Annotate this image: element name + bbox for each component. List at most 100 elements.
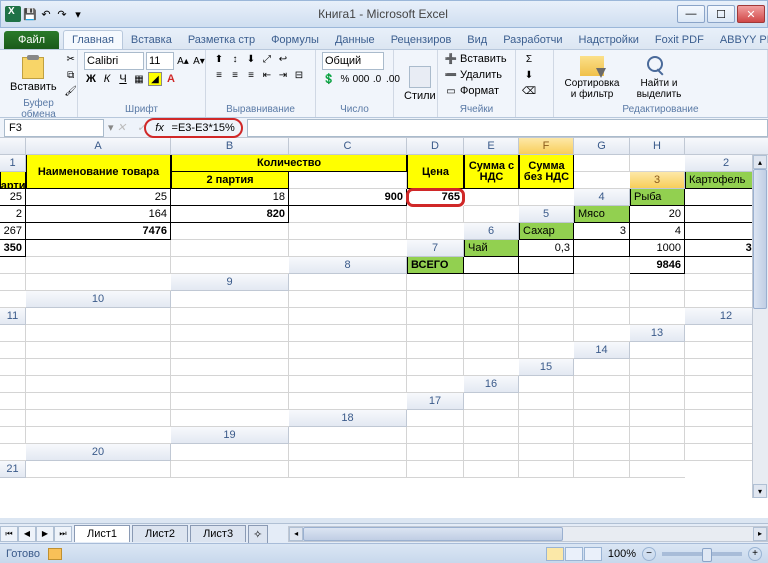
cell-r1-3[interactable]: Сумма с НДС: [464, 155, 519, 189]
cell-r16-0[interactable]: [519, 376, 574, 393]
cell-r12-7[interactable]: [574, 325, 630, 342]
cell-r8-4[interactable]: 9846: [630, 257, 685, 274]
tab-data[interactable]: Данные: [327, 31, 383, 49]
cell-r11-4[interactable]: [464, 308, 519, 325]
shrink-font-icon[interactable]: A▾: [192, 54, 206, 68]
cell-r20-3[interactable]: [464, 444, 519, 461]
cell-r11-5[interactable]: [519, 308, 574, 325]
cell-r1-6[interactable]: [630, 155, 685, 172]
number-format-select[interactable]: [322, 52, 384, 70]
insert-cells-icon[interactable]: ➕: [444, 52, 458, 66]
row-header-17[interactable]: 17: [407, 393, 464, 410]
cell-r3-3[interactable]: 18: [171, 189, 289, 206]
cell-r15-4[interactable]: [26, 376, 171, 393]
cell-r15-0[interactable]: [574, 359, 630, 376]
file-tab[interactable]: Файл: [4, 31, 59, 49]
vertical-scrollbar[interactable]: ▴ ▾: [752, 155, 768, 498]
sheet-nav-last[interactable]: ⏭: [54, 526, 72, 542]
sheet-nav-next[interactable]: ▶: [36, 526, 54, 542]
cell-r2-2[interactable]: [289, 172, 407, 189]
select-all-button[interactable]: [0, 138, 26, 155]
cell-r16-7[interactable]: [289, 393, 407, 410]
autosum-icon[interactable]: Σ: [522, 52, 536, 66]
cell-r14-2[interactable]: [0, 359, 26, 376]
cell-r6-4[interactable]: 350: [0, 240, 26, 257]
cell-r7-3[interactable]: 1000: [630, 240, 685, 257]
cell-r16-5[interactable]: [26, 393, 171, 410]
row-header-7[interactable]: 7: [407, 240, 464, 257]
sheet-nav-prev[interactable]: ◀: [18, 526, 36, 542]
cell-r4-6[interactable]: [407, 206, 464, 223]
cell-r3-6[interactable]: [464, 189, 519, 206]
cell-r11-0[interactable]: [26, 308, 171, 325]
qa-save-icon[interactable]: 💾: [23, 7, 37, 21]
cell-r3-5[interactable]: 765: [407, 189, 464, 206]
cell-r19-5[interactable]: [630, 427, 685, 444]
find-select-button[interactable]: Найти и выделить: [627, 54, 691, 102]
font-color-icon[interactable]: A: [164, 72, 178, 86]
cell-r3-7[interactable]: [519, 189, 574, 206]
qa-redo-icon[interactable]: ↷: [55, 7, 69, 21]
cell-r18-1[interactable]: [464, 410, 519, 427]
cell-r19-0[interactable]: [289, 427, 407, 444]
zoom-in-button[interactable]: +: [748, 547, 762, 561]
cell-r6-6[interactable]: [171, 240, 289, 257]
cell-r20-6[interactable]: [630, 444, 685, 461]
cell-r10-2[interactable]: [407, 291, 464, 308]
orient-icon[interactable]: ⤢: [260, 52, 274, 66]
row-header-5[interactable]: 5: [519, 206, 574, 223]
styles-button[interactable]: Стили: [400, 64, 440, 104]
grow-font-icon[interactable]: A▴: [176, 54, 190, 68]
cell-r13-6[interactable]: [464, 342, 519, 359]
minimize-button[interactable]: —: [677, 5, 705, 23]
row-header-1[interactable]: 1: [0, 155, 26, 172]
scroll-left-icon[interactable]: ◂: [289, 527, 303, 541]
cell-r6-2[interactable]: 4: [630, 223, 685, 240]
cell-r16-2[interactable]: [630, 376, 685, 393]
row-header-21[interactable]: 21: [0, 461, 26, 478]
cell-r13-3[interactable]: [171, 342, 289, 359]
view-normal-icon[interactable]: [546, 547, 564, 561]
cell-r9-4[interactable]: [574, 274, 630, 291]
close-button[interactable]: ✕: [737, 5, 765, 23]
cell-r9-0[interactable]: [289, 274, 407, 291]
cell-r3-2[interactable]: 25: [26, 189, 171, 206]
align-left-icon[interactable]: ≡: [212, 68, 226, 82]
row-header-3[interactable]: 3: [630, 172, 685, 189]
col-header-B[interactable]: B: [171, 138, 289, 155]
cell-r4-7[interactable]: [464, 206, 519, 223]
cell-r20-1[interactable]: [289, 444, 407, 461]
cell-r17-2[interactable]: [574, 393, 630, 410]
qa-dropdown-icon[interactable]: ▾: [71, 7, 85, 21]
cell-r18-3[interactable]: [574, 410, 630, 427]
cell-r10-0[interactable]: [171, 291, 289, 308]
row-header-16[interactable]: 16: [464, 376, 519, 393]
cell-r17-5[interactable]: [0, 410, 26, 427]
cell-r12-1[interactable]: [26, 325, 171, 342]
cell-r18-4[interactable]: [630, 410, 685, 427]
cell-r7-0[interactable]: Чай: [464, 240, 519, 257]
bold-icon[interactable]: Ж: [84, 72, 98, 86]
sort-filter-button[interactable]: Сортировка и фильтр: [560, 54, 624, 102]
cut-icon[interactable]: ✂: [64, 52, 78, 66]
cell-r11-1[interactable]: [171, 308, 289, 325]
sheet-tab-1[interactable]: Лист1: [74, 525, 130, 542]
align-bot-icon[interactable]: ⬇: [244, 52, 258, 66]
cell-r8-0[interactable]: ВСЕГО: [407, 257, 464, 274]
cell-r6-7[interactable]: [289, 240, 407, 257]
align-center-icon[interactable]: ≡: [228, 68, 242, 82]
copy-icon[interactable]: ⧉: [64, 68, 78, 82]
cell-r19-1[interactable]: [407, 427, 464, 444]
cell-r14-6[interactable]: [407, 359, 464, 376]
col-header-blank[interactable]: [685, 138, 768, 155]
tab-review[interactable]: Рецензиров: [383, 31, 460, 49]
cell-r12-2[interactable]: [171, 325, 289, 342]
col-header-A[interactable]: A: [26, 138, 171, 155]
cell-r20-0[interactable]: [171, 444, 289, 461]
cell-r17-6[interactable]: [26, 410, 171, 427]
formula-bar-text[interactable]: =E3-E3*15%: [172, 122, 235, 134]
cell-r19-2[interactable]: [464, 427, 519, 444]
row-header-18[interactable]: 18: [289, 410, 407, 427]
cell-r5-3[interactable]: 267: [0, 223, 26, 240]
cell-r5-5[interactable]: [171, 223, 289, 240]
